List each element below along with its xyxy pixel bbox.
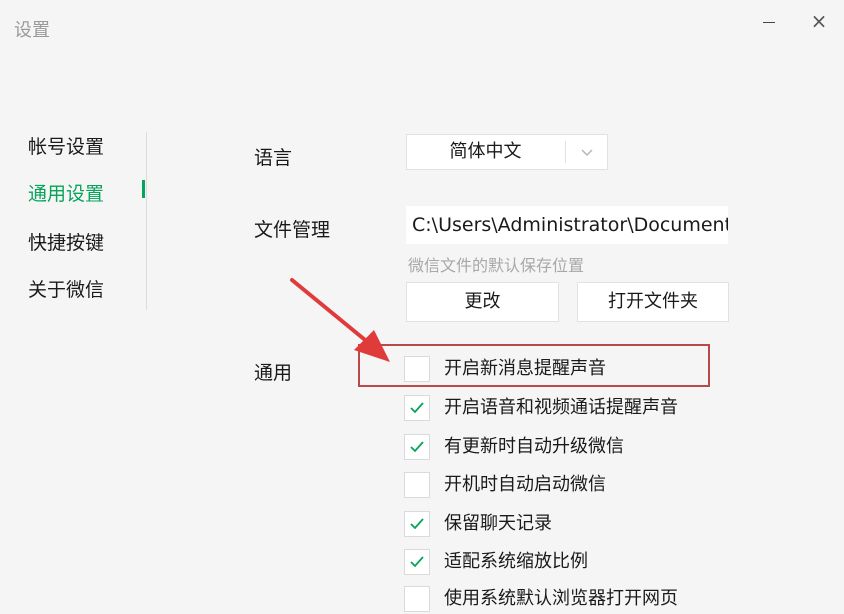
close-icon[interactable]: × bbox=[808, 10, 830, 32]
sidebar-active-indicator bbox=[142, 180, 145, 198]
change-button[interactable]: 更改 bbox=[406, 282, 559, 322]
sidebar-divider bbox=[146, 132, 147, 310]
red-arrow-annotation bbox=[290, 278, 390, 362]
highlight-box bbox=[358, 344, 710, 387]
language-value: 简体中文 bbox=[449, 141, 522, 162]
check-icon bbox=[410, 441, 424, 453]
language-select[interactable]: 简体中文 bbox=[406, 134, 608, 170]
select-divider bbox=[565, 141, 566, 163]
general-label: 通用 bbox=[254, 362, 293, 384]
checkbox[interactable] bbox=[404, 511, 430, 537]
file-management-label: 文件管理 bbox=[254, 219, 331, 241]
option-auto-update[interactable]: 有更新时自动升级微信 bbox=[404, 432, 704, 462]
checkbox[interactable] bbox=[404, 472, 430, 498]
option-default-browser[interactable]: 使用系统默认浏览器打开网页 bbox=[404, 584, 734, 614]
settings-window: 设置 × 帐号设置 通用设置 快捷按键 关于微信 语言 简体中文 文件管理 C:… bbox=[0, 0, 844, 614]
option-label: 有更新时自动升级微信 bbox=[444, 436, 624, 457]
checkbox[interactable] bbox=[404, 434, 430, 460]
check-icon bbox=[410, 402, 424, 414]
sidebar-item-general[interactable]: 通用设置 bbox=[28, 179, 104, 206]
option-label: 保留聊天记录 bbox=[444, 513, 552, 534]
option-call-sound[interactable]: 开启语音和视频通话提醒声音 bbox=[404, 393, 724, 423]
option-label: 适配系统缩放比例 bbox=[444, 551, 588, 572]
sidebar-item-about[interactable]: 关于微信 bbox=[28, 275, 104, 302]
minimize-icon[interactable] bbox=[758, 10, 780, 32]
option-keep-history[interactable]: 保留聊天记录 bbox=[404, 509, 704, 539]
option-label: 使用系统默认浏览器打开网页 bbox=[444, 588, 678, 609]
chevron-down-icon bbox=[581, 149, 593, 157]
checkbox[interactable] bbox=[404, 549, 430, 575]
option-label: 开启语音和视频通话提醒声音 bbox=[444, 397, 678, 418]
option-label: 开机时自动启动微信 bbox=[444, 474, 606, 495]
window-title: 设置 bbox=[14, 20, 50, 41]
language-label: 语言 bbox=[254, 147, 293, 169]
checkbox[interactable] bbox=[404, 586, 430, 612]
sidebar-item-shortcuts[interactable]: 快捷按键 bbox=[28, 228, 104, 255]
open-folder-button[interactable]: 打开文件夹 bbox=[577, 282, 729, 322]
option-system-scaling[interactable]: 适配系统缩放比例 bbox=[404, 547, 704, 577]
checkbox[interactable] bbox=[404, 395, 430, 421]
sidebar-item-account[interactable]: 帐号设置 bbox=[28, 132, 104, 159]
check-icon bbox=[410, 556, 424, 568]
file-path-field[interactable]: C:\Users\Administrator\Documents\WeChat … bbox=[406, 206, 728, 244]
file-path-hint: 微信文件的默认保存位置 bbox=[408, 256, 585, 275]
check-icon bbox=[410, 518, 424, 530]
option-auto-start[interactable]: 开机时自动启动微信 bbox=[404, 470, 704, 500]
